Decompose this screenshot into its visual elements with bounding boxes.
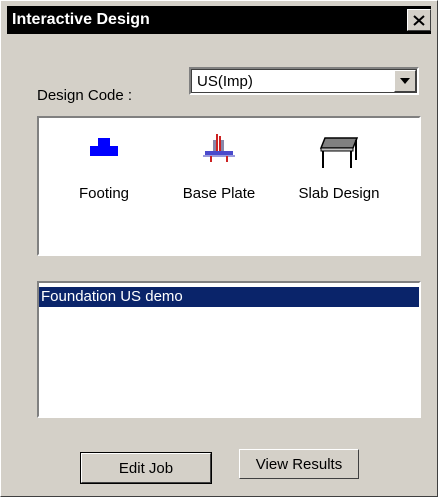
slab-design-tool[interactable]: Slab Design: [284, 128, 394, 228]
dropdown-button[interactable]: [394, 70, 416, 92]
chevron-down-icon: [400, 78, 410, 84]
design-code-label: Design Code :: [37, 87, 133, 104]
footing-label: Footing: [78, 185, 130, 202]
design-tools-panel: Footing Base Plate Slab Design: [37, 116, 421, 256]
job-list[interactable]: Foundation US demo: [37, 281, 421, 418]
design-code-select[interactable]: US(Imp): [189, 67, 419, 95]
list-item[interactable]: Foundation US demo: [39, 287, 419, 307]
footing-tool[interactable]: Footing: [49, 128, 159, 228]
base-plate-label: Base Plate: [182, 185, 256, 202]
close-icon: [413, 14, 425, 26]
design-code-value: US(Imp): [197, 73, 253, 90]
title-bar[interactable]: Interactive Design: [7, 6, 431, 34]
base-plate-icon: [203, 134, 235, 162]
close-button[interactable]: [407, 9, 431, 31]
window-title: Interactive Design: [12, 11, 150, 28]
slab-design-label: Slab Design: [298, 185, 380, 202]
view-results-button[interactable]: View Results: [239, 449, 359, 479]
slab-design-icon: [319, 137, 359, 168]
interactive-design-dialog: Interactive Design Design Code : US(Imp)…: [0, 0, 438, 497]
base-plate-tool[interactable]: Base Plate: [164, 128, 274, 228]
footing-icon: [90, 138, 118, 156]
edit-job-button[interactable]: Edit Job: [80, 452, 212, 484]
